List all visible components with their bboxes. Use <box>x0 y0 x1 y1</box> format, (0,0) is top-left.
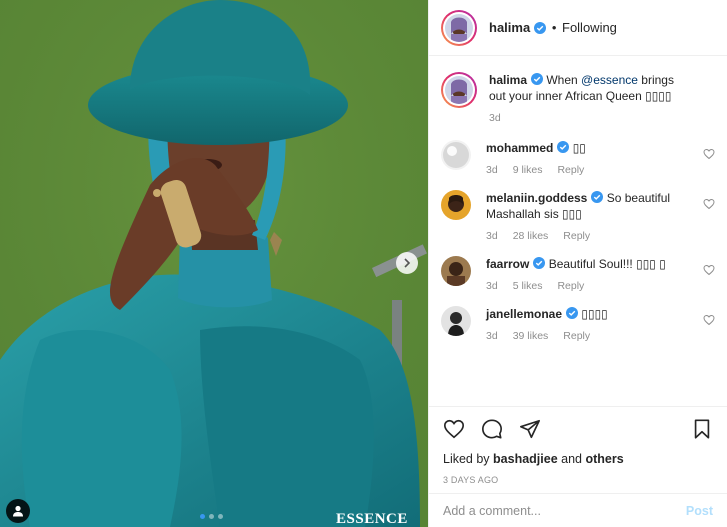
reply-button[interactable]: Reply <box>563 330 590 342</box>
carousel-dot <box>200 514 205 519</box>
liked-by-prefix: Liked by <box>443 452 494 466</box>
heart-icon[interactable] <box>703 264 715 276</box>
post-actions: Liked by bashadjiee and others 3 DAYS AG… <box>429 406 727 493</box>
verified-badge-icon <box>533 257 546 269</box>
author-avatar[interactable] <box>441 9 477 46</box>
verified-badge-icon <box>566 307 579 319</box>
comment-username[interactable]: melaniin.goddess <box>486 191 587 205</box>
bookmark-icon[interactable] <box>691 418 713 440</box>
caption-username[interactable]: halima <box>489 73 527 87</box>
comment-item: mohammed ▯▯ 3d 9 likes Reply <box>441 140 715 176</box>
tagged-users-button[interactable] <box>6 499 30 523</box>
reply-button[interactable]: Reply <box>557 164 584 176</box>
post-comment-button[interactable]: Post <box>686 504 713 518</box>
carousel-dot <box>218 514 223 519</box>
post-header: halima • Following <box>429 0 727 56</box>
comment-input[interactable] <box>443 503 686 518</box>
reply-button[interactable]: Reply <box>557 280 584 292</box>
comment-time: 3d <box>486 280 498 292</box>
header-separator: • <box>551 20 557 35</box>
caption-text: halima When @essence brings out your inn… <box>489 72 691 104</box>
post-date[interactable]: 3 DAYS AGO <box>443 475 713 485</box>
post-caption: halima When @essence brings out your inn… <box>441 72 715 124</box>
verified-badge-icon <box>534 21 547 34</box>
user-tag-icon <box>13 505 23 517</box>
add-comment-bar: Post <box>429 493 727 527</box>
comment-likes[interactable]: 9 likes <box>513 164 543 176</box>
heart-icon[interactable] <box>703 198 715 210</box>
author-username[interactable]: halima <box>489 20 530 35</box>
comment-time: 3d <box>486 164 498 176</box>
comment-item: janellemonae ▯▯▯▯ 3d 39 likes Reply <box>441 306 715 342</box>
liked-by-user[interactable]: bashadjiee <box>493 452 558 466</box>
carousel-next-button[interactable] <box>396 252 418 274</box>
paper-plane-icon[interactable] <box>519 418 541 440</box>
chevron-right-icon <box>404 258 411 268</box>
post-side-panel: halima • Following halima When @essence … <box>428 0 727 527</box>
commenter-avatar[interactable] <box>441 306 471 336</box>
comment-likes[interactable]: 28 likes <box>513 230 549 242</box>
liked-by-summary: Liked by bashadjiee and others <box>443 452 713 466</box>
following-button[interactable]: Following <box>562 20 617 35</box>
post-photo[interactable]: ESSENCE <box>0 0 428 527</box>
comments-list[interactable]: halima When @essence brings out your inn… <box>429 56 727 406</box>
comment-time: 3d <box>486 330 498 342</box>
heart-icon[interactable] <box>703 148 715 160</box>
comment-text: Beautiful Soul!!! ▯▯▯ ▯ <box>548 257 666 271</box>
comment-item: faarrow Beautiful Soul!!! ▯▯▯ ▯ 3d 5 lik… <box>441 256 715 292</box>
verified-badge-icon <box>531 73 544 85</box>
commenter-avatar[interactable] <box>441 256 471 286</box>
comment-text: ▯▯▯▯ <box>581 307 608 321</box>
comment-icon[interactable] <box>481 418 503 440</box>
caption-time: 3d <box>489 112 501 124</box>
heart-icon[interactable] <box>703 314 715 326</box>
essence-watermark: ESSENCE <box>336 511 408 527</box>
comment-time: 3d <box>486 230 498 242</box>
avatar-image <box>445 13 473 42</box>
comment-likes[interactable]: 5 likes <box>513 280 543 292</box>
post-image <box>0 0 428 527</box>
comment-username[interactable]: janellemonae <box>486 307 562 321</box>
comment-item: melaniin.goddess So beautiful Mashallah … <box>441 190 715 242</box>
liked-by-others[interactable]: others <box>585 452 623 466</box>
carousel-dots <box>200 514 223 519</box>
caption-text-part: When <box>546 73 582 87</box>
comment-username[interactable]: mohammed <box>486 141 553 155</box>
avatar-image <box>445 76 473 104</box>
comment-text: ▯▯ <box>572 141 586 155</box>
comment-username[interactable]: faarrow <box>486 257 529 271</box>
reply-button[interactable]: Reply <box>563 230 590 242</box>
heart-icon[interactable] <box>443 418 465 440</box>
verified-badge-icon <box>591 191 604 203</box>
commenter-avatar[interactable] <box>441 190 471 220</box>
caption-avatar[interactable] <box>441 72 477 108</box>
commenter-avatar[interactable] <box>441 140 471 170</box>
mention-link[interactable]: @essence <box>581 73 638 87</box>
comment-likes[interactable]: 39 likes <box>513 330 549 342</box>
post-modal: ESSENCE halima • Following halima When @… <box>0 0 727 527</box>
verified-badge-icon <box>557 141 570 153</box>
carousel-dot <box>209 514 214 519</box>
liked-by-suffix: and <box>557 452 586 466</box>
